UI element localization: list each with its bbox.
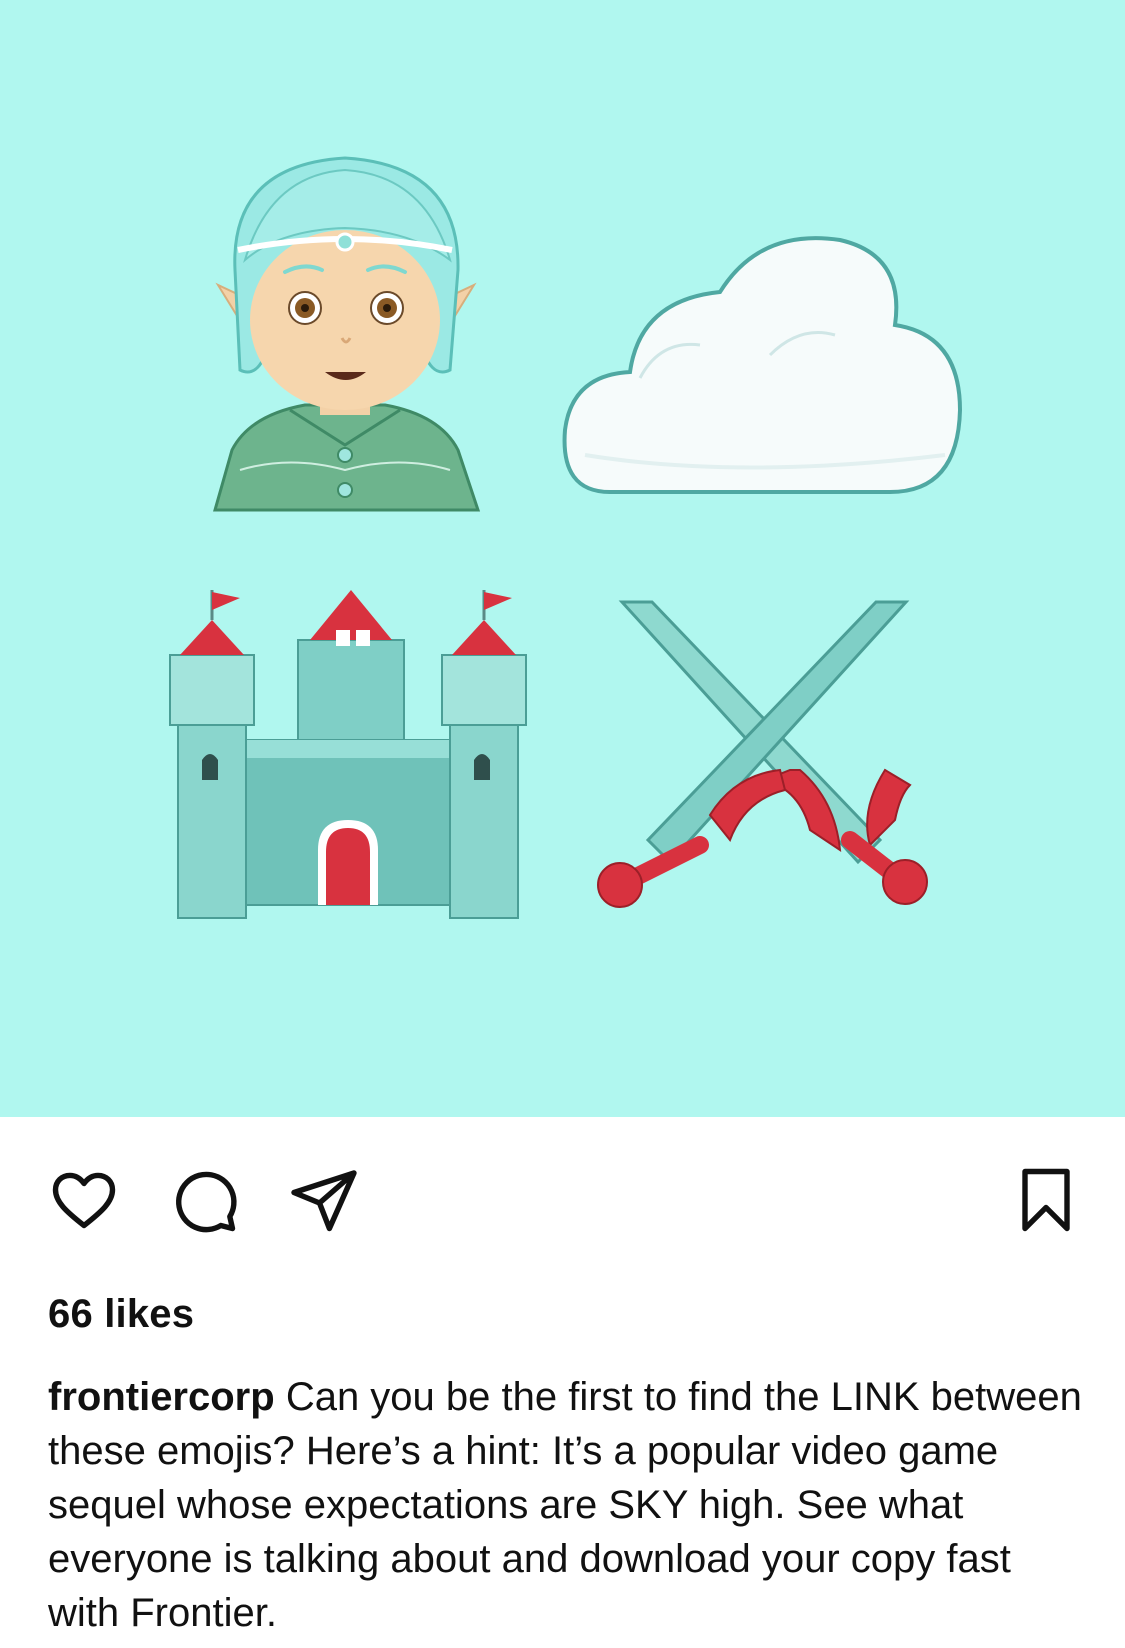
castle-emoji <box>169 590 527 919</box>
bookmark-icon <box>1022 1168 1070 1232</box>
heart-icon <box>52 1172 116 1229</box>
share-button[interactable] <box>284 1160 364 1240</box>
post-image[interactable] <box>0 0 1125 1117</box>
elf-emoji <box>213 156 481 512</box>
post-action-bar <box>0 1160 1125 1240</box>
save-button[interactable] <box>1006 1160 1086 1240</box>
paper-plane-icon <box>291 1170 357 1232</box>
likes-count[interactable]: 66 likes <box>48 1292 194 1337</box>
crossed-swords-emoji <box>597 600 928 908</box>
comment-button[interactable] <box>164 1160 244 1240</box>
like-button[interactable] <box>44 1160 124 1240</box>
post-caption: frontiercorp Can you be the first to fin… <box>48 1370 1088 1640</box>
comment-icon <box>176 1171 237 1233</box>
cloud-emoji <box>562 236 963 494</box>
caption-username[interactable]: frontiercorp <box>48 1375 275 1419</box>
emoji-collage <box>169 156 963 919</box>
